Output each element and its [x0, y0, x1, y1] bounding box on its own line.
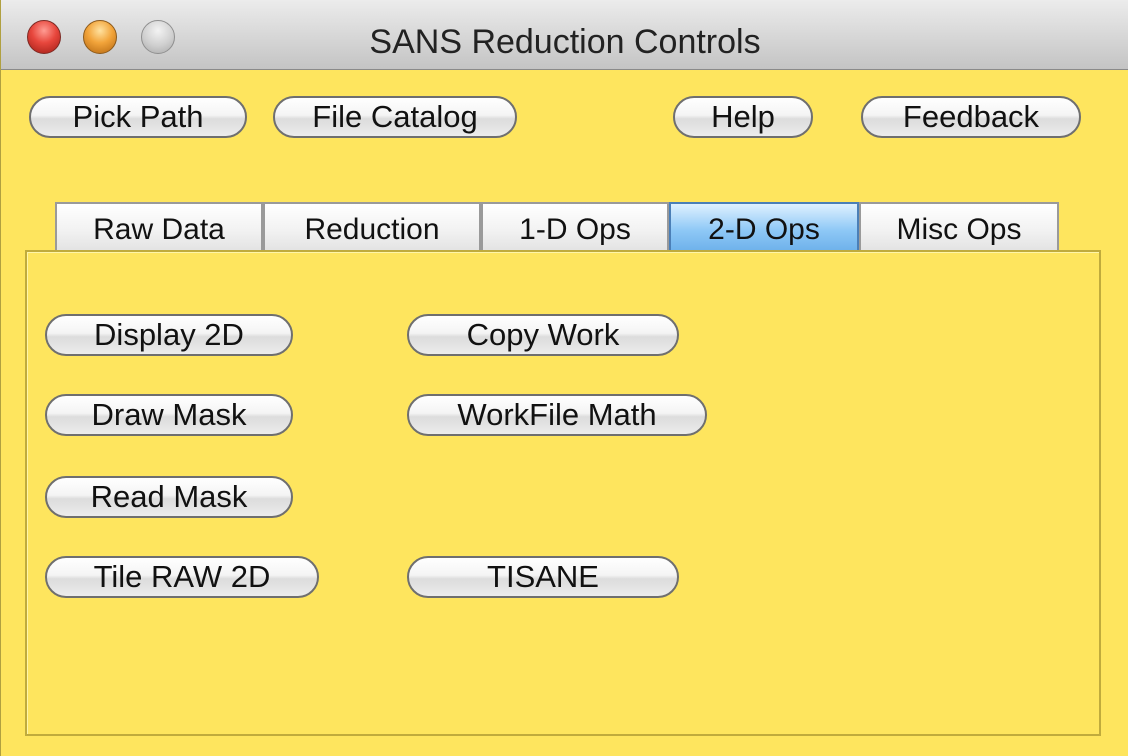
workfile-math-button[interactable]: WorkFile Math: [407, 394, 707, 436]
draw-mask-button[interactable]: Draw Mask: [45, 394, 293, 436]
feedback-button[interactable]: Feedback: [861, 96, 1081, 138]
display-2d-button[interactable]: Display 2D: [45, 314, 293, 356]
help-button[interactable]: Help: [673, 96, 813, 138]
tab-2d-ops[interactable]: 2-D Ops: [669, 202, 859, 252]
tab-raw-data[interactable]: Raw Data: [55, 202, 263, 252]
copy-work-button[interactable]: Copy Work: [407, 314, 679, 356]
pick-path-button[interactable]: Pick Path: [29, 96, 247, 138]
file-catalog-button[interactable]: File Catalog: [273, 96, 517, 138]
read-mask-button[interactable]: Read Mask: [45, 476, 293, 518]
app-window: SANS Reduction Controls Pick Path File C…: [0, 0, 1128, 756]
tile-raw-2d-button[interactable]: Tile RAW 2D: [45, 556, 319, 598]
title-bar[interactable]: SANS Reduction Controls: [1, 0, 1128, 70]
tab-misc-ops[interactable]: Misc Ops: [859, 202, 1059, 252]
tab-reduction[interactable]: Reduction: [263, 202, 481, 252]
tisane-button[interactable]: TISANE: [407, 556, 679, 598]
window-title: SANS Reduction Controls: [369, 23, 761, 61]
tab-1d-ops[interactable]: 1-D Ops: [481, 202, 669, 252]
